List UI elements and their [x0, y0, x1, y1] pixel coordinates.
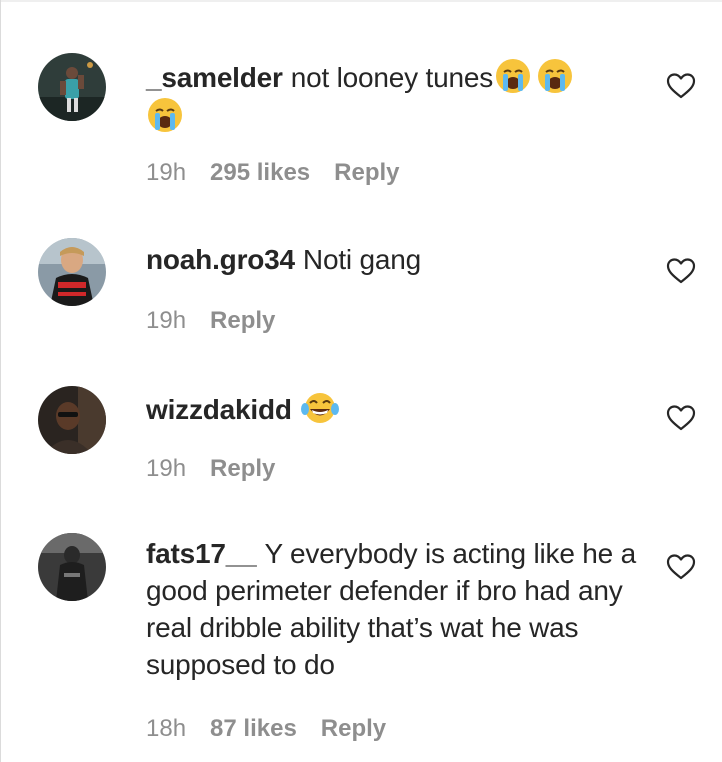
left-border: [0, 0, 1, 762]
comment-meta: 19h Reply: [146, 307, 299, 335]
comment-time: 18h: [146, 715, 187, 742]
comment-text: wizzdakidd: [146, 389, 636, 428]
heart-outline-icon[interactable]: [666, 72, 696, 100]
reply-button[interactable]: Reply: [210, 307, 275, 334]
loudly-crying-face-icon: [494, 57, 532, 95]
comment-body: Noti gang: [302, 244, 421, 275]
reply-button[interactable]: Reply: [321, 715, 386, 742]
comment-username[interactable]: noah.gro34: [146, 244, 295, 275]
comment-text: fats17__ Y everybody is acting like he a …: [146, 535, 636, 683]
comment-time: 19h: [146, 307, 187, 334]
heart-outline-icon[interactable]: [666, 404, 696, 432]
comment-time: 19h: [146, 159, 187, 186]
heart-outline-icon[interactable]: [666, 257, 696, 285]
comment-likes[interactable]: 295 likes: [210, 159, 310, 186]
avatar[interactable]: [38, 386, 106, 454]
avatar[interactable]: [38, 238, 106, 306]
face-with-tears-of-joy-icon: [300, 389, 339, 427]
top-divider: [0, 0, 722, 2]
reply-button[interactable]: Reply: [334, 159, 399, 186]
comment-meta: 18h 87 likes Reply: [146, 715, 410, 743]
comment-text: noah.gro34 Noti gang: [146, 241, 636, 278]
comment-meta: 19h 295 likes Reply: [146, 159, 424, 187]
comment-username[interactable]: wizzdakidd: [146, 394, 292, 425]
heart-outline-icon[interactable]: [666, 553, 696, 581]
comment-meta: 19h Reply: [146, 455, 299, 483]
avatar[interactable]: [38, 53, 106, 121]
comment-text: _samelder not looney tunes: [146, 57, 636, 135]
comment-body: not looney tunes: [290, 62, 494, 93]
comment-username[interactable]: fats17__: [146, 538, 257, 569]
comment-username[interactable]: _samelder: [146, 62, 283, 93]
comment-time: 19h: [146, 455, 187, 482]
avatar[interactable]: [38, 533, 106, 601]
loudly-crying-face-icon: [536, 57, 574, 95]
loudly-crying-face-icon: [146, 96, 184, 134]
reply-button[interactable]: Reply: [210, 455, 275, 482]
comment-likes[interactable]: 87 likes: [210, 715, 297, 742]
